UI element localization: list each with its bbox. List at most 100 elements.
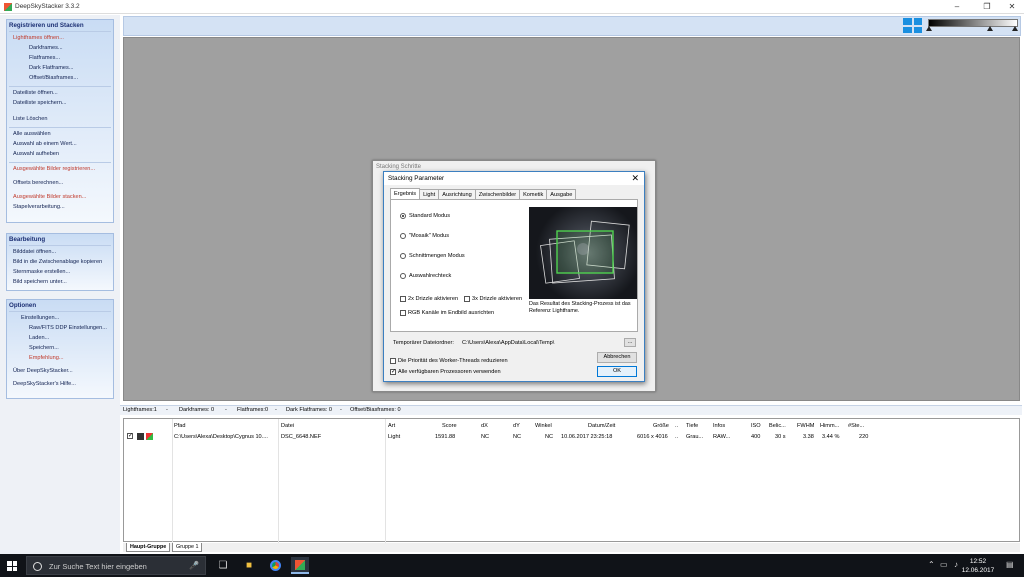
col-size[interactable]: Größe (653, 423, 669, 429)
mode-mosaic[interactable]: "Mosaik" Modus (400, 233, 449, 239)
save-image-as[interactable]: Bild speichern unter... (9, 277, 111, 287)
col-info[interactable]: Infos (713, 423, 725, 429)
edit-group: Bilddatei öffnen... Bild in die Zwischen… (9, 245, 111, 288)
all-processors-checkbox[interactable]: ✓ Alle verfügbaren Prozessoren verwenden (390, 369, 501, 375)
dialog-tabs: Ergebnis Light Ausrichtung Zwischenbilde… (390, 188, 577, 199)
browse-button[interactable]: ... (624, 338, 636, 347)
col-stars[interactable]: #Ste... (848, 423, 864, 429)
tab-main-group[interactable]: Haupt-Gruppe (126, 543, 171, 552)
ok-button[interactable]: OK (597, 366, 637, 377)
cell-dy: NC (513, 434, 522, 440)
task-view-icon[interactable]: ❏ (214, 557, 232, 574)
microphone-icon[interactable]: 🎤 (189, 561, 199, 570)
col-exposure[interactable]: Belic... (769, 423, 786, 429)
tray-chevron-icon[interactable]: ⌃ (928, 560, 935, 569)
col-angle[interactable]: Winkel (535, 423, 552, 429)
row-checkbox[interactable]: ✓ (127, 433, 133, 439)
save-settings[interactable]: Speichern... (9, 343, 111, 353)
col-iso[interactable]: ISO (751, 423, 761, 429)
drizzle-2x-checkbox[interactable]: 2x Drizzle aktivieren (400, 296, 458, 302)
open-bias[interactable]: Offset/Biasframes... (9, 73, 111, 83)
tab-content: Standard Modus "Mosaik" Modus Schnittmen… (390, 199, 638, 332)
register-panel: Registrieren und Stacken Lightframes öff… (6, 19, 114, 223)
open-image[interactable]: Bilddatei öffnen... (9, 247, 111, 257)
about[interactable]: Über DeepSkyStacker... (9, 366, 111, 376)
register-selected[interactable]: Ausgewählte Bilder registrieren... (9, 164, 111, 174)
darkflat-count: Dark Flatframes: 0 (286, 407, 333, 413)
black-point-handle[interactable] (926, 26, 932, 31)
midpoint-handle[interactable] (987, 26, 993, 31)
tab-ergebnis[interactable]: Ergebnis (390, 188, 421, 199)
bias-count: Offset/Biasframes: 0 (350, 407, 401, 413)
col-dx[interactable]: dX (481, 423, 488, 429)
col-path[interactable]: Pfad (174, 423, 186, 429)
histogram-slider[interactable] (928, 19, 1018, 27)
cell-exposure: 30 s (775, 434, 786, 440)
rgb-align-checkbox[interactable]: RGB Kanäle im Endbild ausrichten (400, 310, 494, 316)
restore-button[interactable]: ❐ (976, 1, 998, 13)
help[interactable]: DeepSkyStacker's Hilfe... (9, 379, 111, 389)
col-dy[interactable]: dY (513, 423, 520, 429)
cancel-button[interactable]: Abbrechen (597, 352, 637, 363)
raw-fits-settings[interactable]: Raw/FITS DDP Einstellungen... (9, 323, 111, 333)
grid-view-icon[interactable] (903, 18, 922, 33)
clear-list[interactable]: Liste Löschen (9, 114, 111, 124)
col-depth[interactable]: Tiefe (686, 423, 698, 429)
temp-folder-label: Temporärer Dateiordner: (393, 340, 454, 346)
tab-light[interactable]: Light (419, 189, 440, 199)
drizzle-3x-checkbox[interactable]: 3x Drizzle aktivieren (464, 296, 522, 302)
save-filelist[interactable]: Dateiliste speichern... (9, 98, 111, 108)
open-darkframes[interactable]: Darkframes... (9, 43, 111, 53)
open-darkflats[interactable]: Dark Flatframes... (9, 63, 111, 73)
network-icon[interactable]: ▭ (940, 560, 948, 569)
minimize-button[interactable]: – (946, 1, 968, 13)
mode-standard[interactable]: Standard Modus (400, 213, 450, 219)
col-datetime[interactable]: Datum/Zeit (588, 423, 615, 429)
tab-ausgabe[interactable]: Ausgabe (546, 189, 577, 199)
chrome-icon[interactable] (266, 557, 284, 574)
tab-kometik[interactable]: Kometik (519, 189, 548, 199)
load-settings[interactable]: Laden... (9, 333, 111, 343)
dialog-close-icon[interactable]: ✕ (631, 173, 639, 184)
col-score[interactable]: Score (442, 423, 457, 429)
select-threshold[interactable]: Auswahl ab einem Wert... (9, 139, 111, 149)
stack-selected[interactable]: Ausgewählte Bilder stacken... (9, 192, 111, 202)
radio-icon (400, 273, 406, 279)
frames-overlay-icon (540, 220, 630, 284)
compute-offsets[interactable]: Offsets berechnen... (9, 178, 111, 188)
open-lightframes[interactable]: Lightframes öffnen... (9, 33, 111, 43)
file-explorer-icon[interactable]: ■ (240, 557, 258, 574)
tab-group-1[interactable]: Gruppe 1 (172, 543, 203, 552)
create-starmask[interactable]: Sternmaske erstellen... (9, 267, 111, 277)
recommendations[interactable]: Empfehlung... (9, 353, 111, 363)
copy-clipboard[interactable]: Bild in die Zwischenablage kopieren (9, 257, 111, 267)
cell-score: 1591.88 (435, 434, 456, 440)
white-point-handle[interactable] (1012, 26, 1018, 31)
tab-ausrichtung[interactable]: Ausrichtung (438, 189, 476, 199)
col-type[interactable]: Art (388, 423, 395, 429)
open-filelist[interactable]: Dateiliste öffnen... (9, 88, 111, 98)
dialog-title: Stacking Parameter (388, 175, 445, 182)
taskbar-clock[interactable]: 12:52 12.06.2017 (958, 557, 998, 575)
clock-time: 12:52 (969, 558, 987, 565)
mode-custom-rect[interactable]: Auswahlrechteck (400, 273, 451, 279)
reduce-priority-checkbox[interactable]: Die Priorität des Worker-Threads reduzie… (390, 358, 508, 364)
col-sky[interactable]: Himm... (820, 423, 839, 429)
settings[interactable]: Einstellungen... (9, 313, 111, 323)
notifications-icon[interactable]: ▤ (1006, 560, 1014, 569)
col-file[interactable]: Datei (281, 423, 294, 429)
deselect-all[interactable]: Auswahl aufheben (9, 149, 111, 159)
batch-processing[interactable]: Stapelverarbeitung... (9, 202, 111, 212)
mode-intersection[interactable]: Schnittmengen Modus (400, 253, 465, 259)
deepskystacker-taskbar-icon[interactable] (291, 557, 309, 574)
open-flatframes[interactable]: Flatframes... (9, 53, 111, 63)
windows-start-icon[interactable] (7, 561, 17, 571)
cell-stars: 220 (859, 434, 869, 440)
col-fwhm[interactable]: FWHM (797, 423, 814, 429)
cell-type: Light (388, 434, 401, 440)
taskbar-search[interactable]: Zur Suche Text hier eingeben 🎤 (26, 556, 206, 575)
tab-zwischenbilder[interactable]: Zwischenbilder (474, 189, 521, 199)
close-button[interactable]: ✕ (1001, 1, 1023, 13)
select-all[interactable]: Alle auswählen (9, 129, 111, 139)
col-more[interactable]: .. (675, 423, 678, 429)
